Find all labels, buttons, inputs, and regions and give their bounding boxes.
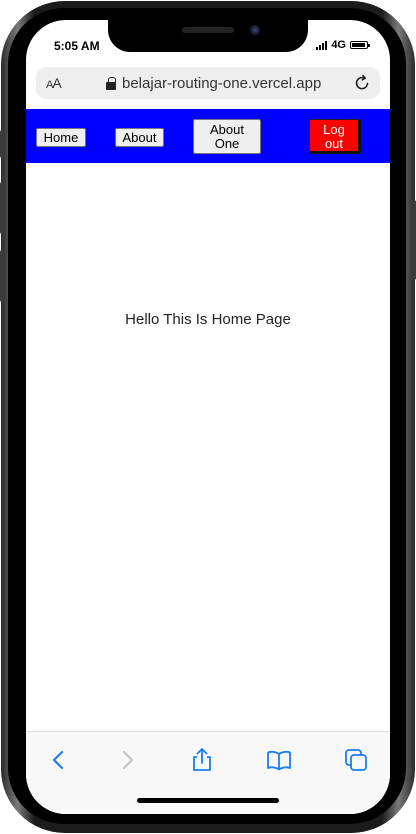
about-button[interactable]: About xyxy=(115,128,164,147)
reload-icon[interactable] xyxy=(352,73,372,93)
logout-button[interactable]: Log out xyxy=(309,119,361,154)
power-button xyxy=(412,200,416,280)
forward-icon xyxy=(122,750,134,770)
status-indicators: 4G xyxy=(316,39,370,51)
share-icon[interactable] xyxy=(188,746,216,774)
network-label: 4G xyxy=(331,39,346,51)
navbar: Home About About One Log out xyxy=(26,109,390,163)
screen: 5:05 AM 4G AA belajar-routing-one.vercel… xyxy=(26,20,390,814)
about-one-button[interactable]: About One xyxy=(193,119,261,154)
notch xyxy=(108,20,308,52)
speaker xyxy=(182,27,234,33)
camera xyxy=(250,25,260,35)
battery-icon xyxy=(350,41,370,49)
text-size-large-label: A xyxy=(52,75,61,91)
battery-fill xyxy=(352,43,365,47)
status-time: 5:05 AM xyxy=(54,39,100,53)
volume-up-button xyxy=(0,182,4,234)
tabs-icon[interactable] xyxy=(342,746,370,774)
bookmarks-icon[interactable] xyxy=(265,746,293,774)
lock-icon xyxy=(106,77,116,90)
back-icon[interactable] xyxy=(44,746,72,774)
home-indicator[interactable] xyxy=(137,798,279,803)
home-page-message: Hello This Is Home Page xyxy=(125,311,291,328)
home-button[interactable]: Home xyxy=(36,128,86,147)
volume-down-button xyxy=(0,250,4,302)
url-text: belajar-routing-one.vercel.app xyxy=(122,75,322,92)
text-size-button[interactable]: AA xyxy=(46,75,62,91)
address-bar[interactable]: AA belajar-routing-one.vercel.app xyxy=(36,67,380,99)
signal-icon xyxy=(316,40,328,50)
url-display[interactable]: belajar-routing-one.vercel.app xyxy=(106,75,321,92)
silent-switch xyxy=(0,130,4,158)
